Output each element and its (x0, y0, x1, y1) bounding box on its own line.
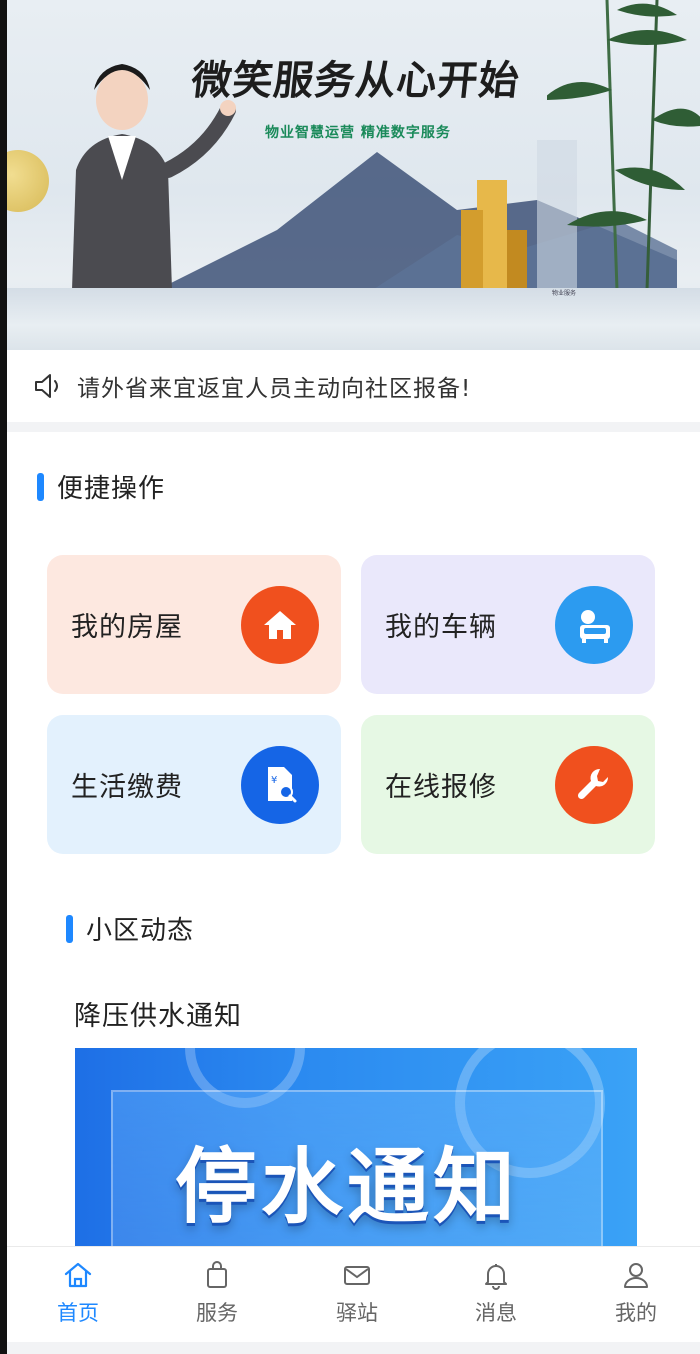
banner-subtitle: 物业智慧运营 精准数字服务 (265, 125, 451, 141)
notice-text: 请外省来宜返宜人员主动向社区报备! (77, 376, 472, 402)
banner[interactable]: 微笑服务从心开始 物业智慧运营 精准数字服务 物业服务 (7, 0, 700, 350)
card-label: 在线报修 (385, 772, 497, 803)
tab-label: 服务 (196, 1301, 238, 1325)
card-label: 我的车辆 (385, 612, 497, 643)
community-news-header: 小区动态 (66, 910, 194, 947)
tab-home[interactable]: 首页 (33, 1259, 123, 1327)
card-life-payment[interactable]: 生活缴费 ¥ (47, 715, 341, 854)
tab-label: 消息 (475, 1301, 517, 1325)
vehicle-icon (555, 585, 633, 664)
card-label: 生活缴费 (71, 772, 183, 803)
wrench-icon (555, 745, 633, 824)
news-item-title[interactable]: 降压供水通知 (74, 994, 242, 1033)
tab-label: 驿站 (336, 1301, 378, 1325)
bill-search-icon: ¥ (241, 745, 319, 824)
quick-actions-header: 便捷操作 (37, 468, 165, 505)
bottom-tab-bar: 首页 服务 驿站 消息 我的 (7, 1246, 700, 1354)
golden-sun-decoration (7, 150, 49, 212)
bottom-strip (7, 1342, 700, 1354)
card-online-repair[interactable]: 在线报修 (361, 715, 655, 854)
quick-actions-title: 便捷操作 (57, 474, 166, 504)
tab-station[interactable]: 驿站 (312, 1259, 402, 1327)
notice-bar[interactable]: 请外省来宜返宜人员主动向社区报备! (7, 350, 700, 422)
community-news-title: 小区动态 (86, 916, 195, 946)
card-label: 我的房屋 (71, 612, 183, 643)
bag-icon (207, 1261, 227, 1288)
house-icon (241, 585, 319, 664)
section-bar (37, 472, 44, 501)
news-item-image[interactable]: 停水通知 (75, 1048, 637, 1246)
card-my-vehicle[interactable]: 我的车辆 (361, 555, 655, 694)
banner-corner-text: 物业服务 (552, 290, 577, 297)
tab-service[interactable]: 服务 (172, 1259, 262, 1327)
tab-label: 首页 (57, 1301, 99, 1325)
main-content: 便捷操作 我的房屋 我的车辆 生活缴费 ¥ 在线报修 小区动态 降压供水通知 停… (7, 432, 700, 1246)
banner-title: 微笑服务从心开始 (189, 57, 523, 104)
user-icon (624, 1263, 648, 1288)
screen-edge (0, 0, 7, 1354)
section-bar (66, 914, 73, 943)
home-icon (64, 1262, 92, 1288)
mail-icon (344, 1266, 370, 1285)
tab-profile[interactable]: 我的 (591, 1259, 681, 1327)
news-image-text: 停水通知 (175, 1140, 520, 1235)
card-my-house[interactable]: 我的房屋 (47, 555, 341, 694)
speaker-icon (35, 374, 58, 398)
tab-label: 我的 (615, 1301, 657, 1325)
bell-icon (485, 1264, 507, 1290)
bamboo-decoration (547, 0, 700, 290)
svg-text:¥: ¥ (271, 775, 277, 786)
tab-messages[interactable]: 消息 (451, 1259, 541, 1327)
